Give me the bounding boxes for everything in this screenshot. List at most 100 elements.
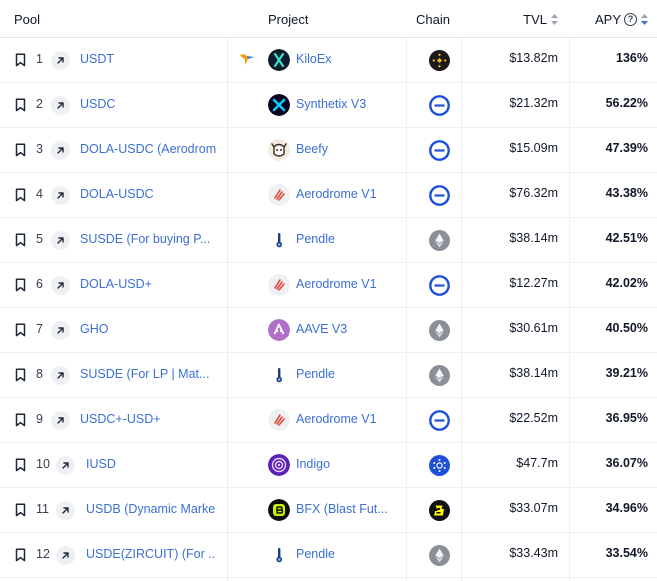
header-apy-sort[interactable]: APY ? (576, 0, 648, 38)
project-link[interactable]: BFX (Blast Fut... (296, 502, 388, 516)
table-row: 10 IUSD Indigo $47.7m 36.07% (0, 443, 657, 488)
external-link-icon[interactable] (51, 321, 70, 340)
project-link[interactable]: Pendle (296, 367, 335, 381)
external-link-icon[interactable] (51, 276, 70, 295)
table-row: 1 USDT KiloEx $13.82m 136% (0, 38, 657, 83)
pool-link[interactable]: USDT (80, 52, 114, 66)
indigo-logo-icon (268, 454, 290, 476)
project-link[interactable]: AAVE V3 (296, 322, 347, 336)
apy-value: 43.38% (605, 186, 648, 200)
pool-link[interactable]: SUSDE (For LP | Mat... (80, 367, 209, 381)
pool-link[interactable]: USDB (Dynamic Marke (86, 502, 215, 516)
sort-icon (550, 13, 558, 25)
rank-number: 7 (36, 322, 43, 336)
table-row: 8 SUSDE (For LP | Mat... Pendle $38.14m 39.2… (0, 353, 657, 398)
pool-link[interactable]: USDC (80, 97, 115, 111)
aerodrome-logo-icon (268, 409, 290, 431)
table-row: 2 USDC Synthetix V3 $21.32m 56.22% (0, 83, 657, 128)
pool-link[interactable]: DOLA-USD+ (80, 277, 152, 291)
pool-link[interactable]: IUSD (86, 457, 116, 471)
bookmark-icon[interactable] (15, 53, 26, 67)
cardano-chain-icon (429, 455, 450, 476)
aerodrome-logo-icon (268, 184, 290, 206)
external-link-icon[interactable] (56, 456, 75, 475)
table-row: 5 SUSDE (For buying P... Pendle $38.14m 42.5… (0, 218, 657, 263)
apy-value: 33.54% (605, 546, 648, 560)
bookmark-icon[interactable] (15, 233, 26, 247)
project-link[interactable]: Synthetix V3 (296, 97, 366, 111)
external-link-icon[interactable] (51, 96, 70, 115)
bnb-chain-icon (429, 50, 450, 71)
pool-link[interactable]: DOLA-USDC (Aerodrome (80, 142, 216, 156)
pool-link[interactable]: GHO (80, 322, 108, 336)
external-link-icon[interactable] (51, 366, 70, 385)
rank-number: 5 (36, 232, 43, 246)
table-row: 3 DOLA-USDC (Aerodrome Beefy $15.09m 47.39% (0, 128, 657, 173)
info-icon[interactable]: ? (624, 12, 637, 26)
rank-number: 2 (36, 97, 43, 111)
project-link[interactable]: Aerodrome V1 (296, 277, 377, 291)
external-link-icon[interactable] (56, 501, 75, 520)
rank-number: 8 (36, 367, 43, 381)
pool-link[interactable]: SUSDE (For buying P... (80, 232, 210, 246)
bfx-logo-icon (268, 499, 290, 521)
apy-value: 56.22% (605, 96, 648, 110)
project-link[interactable]: Pendle (296, 547, 335, 561)
table-row: 4 DOLA-USDC Aerodrome V1 $76.32m 43.38% (0, 173, 657, 218)
project-link[interactable]: Aerodrome V1 (296, 412, 377, 426)
base-chain-icon (429, 185, 450, 206)
base-chain-icon (429, 275, 450, 296)
external-link-icon[interactable] (56, 546, 75, 565)
kiloex-logo-icon (268, 49, 290, 71)
table-row: 12 USDE(ZIRCUIT) (For ... Pendle $33.43m 33.… (0, 533, 657, 578)
external-link-icon[interactable] (51, 231, 70, 250)
header-tvl-label: TVL (523, 11, 547, 27)
bookmark-icon[interactable] (15, 98, 26, 112)
rank-number: 3 (36, 142, 43, 156)
rank-number: 11 (36, 502, 49, 516)
yields-table: Pool Project Chain TVL APY ? 1 USDT KiloEx… (0, 0, 657, 581)
header-project: Project (268, 11, 309, 27)
tvl-value: $13.82m (509, 51, 558, 65)
base-chain-icon (429, 140, 450, 161)
ethereum-chain-icon (429, 230, 450, 251)
ethereum-chain-icon (429, 365, 450, 386)
tvl-value: $33.43m (509, 546, 558, 560)
pool-link[interactable]: DOLA-USDC (80, 187, 154, 201)
project-link[interactable]: Beefy (296, 142, 328, 156)
bookmark-icon[interactable] (15, 278, 26, 292)
header-chain: Chain (416, 11, 450, 27)
rank-number: 1 (36, 52, 43, 66)
bookmark-icon[interactable] (15, 413, 26, 427)
table-row: 9 USDC+-USD+ Aerodrome V1 $22.52m 36.95% (0, 398, 657, 443)
bookmark-icon[interactable] (15, 458, 26, 472)
external-link-icon[interactable] (51, 51, 70, 70)
bookmark-icon[interactable] (15, 368, 26, 382)
beefy-logo-icon (268, 139, 290, 161)
aave-logo-icon (268, 319, 290, 341)
external-link-icon[interactable] (51, 411, 70, 430)
header-pool: Pool (14, 11, 41, 27)
apy-value: 36.07% (605, 456, 648, 470)
table-row: 7 GHO AAVE V3 $30.61m 40.50% (0, 308, 657, 353)
project-link[interactable]: Indigo (296, 457, 330, 471)
external-link-icon[interactable] (51, 141, 70, 160)
bookmark-icon[interactable] (15, 188, 26, 202)
project-link[interactable]: Aerodrome V1 (296, 187, 377, 201)
project-link[interactable]: Pendle (296, 232, 335, 246)
bookmark-icon[interactable] (15, 503, 26, 517)
synthetix-logo-icon (268, 94, 290, 116)
sort-icon (640, 13, 648, 25)
rank-number: 12 (36, 547, 50, 561)
bookmark-icon[interactable] (15, 143, 26, 157)
pool-link[interactable]: USDE(ZIRCUIT) (For ... (86, 547, 216, 561)
project-link[interactable]: KiloEx (296, 52, 331, 66)
bookmark-icon[interactable] (15, 548, 26, 562)
bookmark-icon[interactable] (15, 323, 26, 337)
tvl-value: $47.7m (516, 456, 558, 470)
external-link-icon[interactable] (51, 186, 70, 205)
tvl-value: $30.61m (509, 321, 558, 335)
rank-number: 4 (36, 187, 43, 201)
header-tvl-sort[interactable]: TVL (470, 0, 558, 38)
pool-link[interactable]: USDC+-USD+ (80, 412, 161, 426)
